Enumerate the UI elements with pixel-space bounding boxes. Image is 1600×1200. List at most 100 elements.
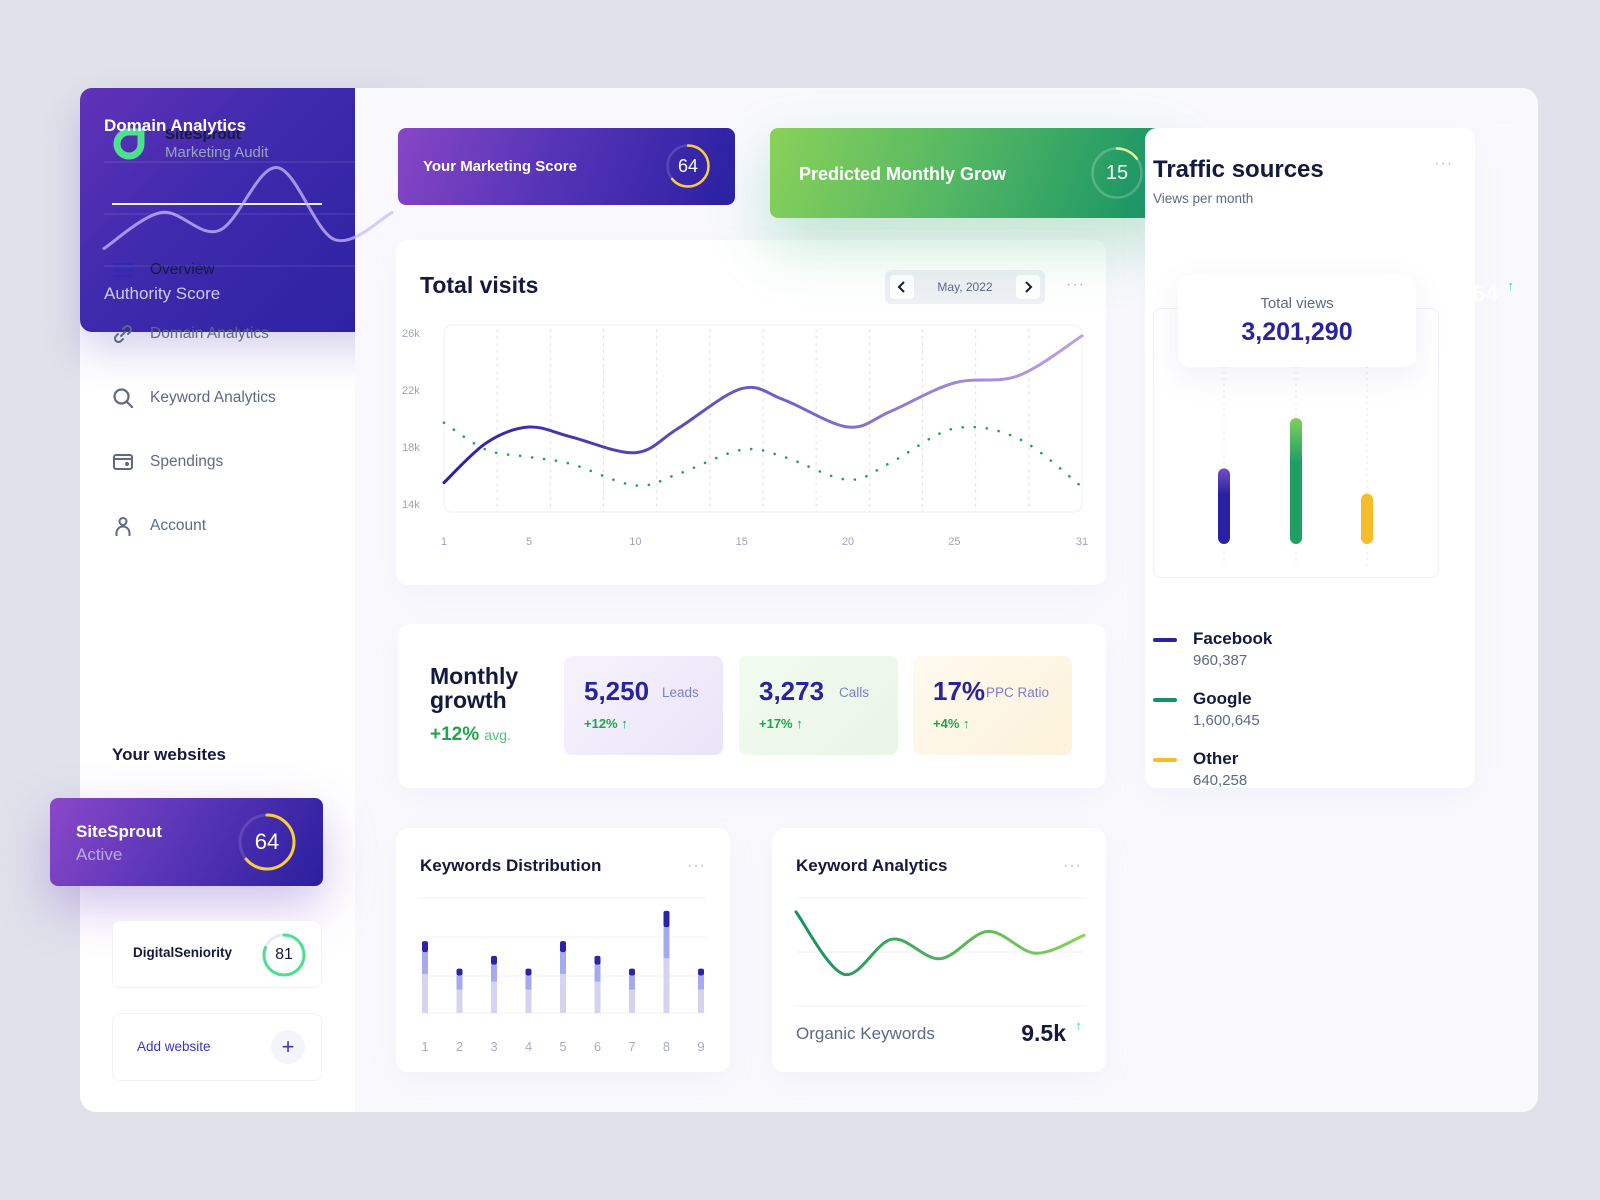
y-tick-label: 18k: [402, 442, 420, 454]
website-name: SiteSprout: [76, 822, 162, 841]
score-ring: 64: [237, 812, 297, 872]
more-options-icon[interactable]: ···: [1063, 858, 1082, 874]
more-options-icon[interactable]: ···: [687, 858, 706, 874]
organic-keywords-value: 9.5k: [1021, 1020, 1066, 1046]
score-ring: 15: [1090, 146, 1144, 200]
websites-heading: Your websites: [112, 745, 226, 764]
metric-change: +17% ↑: [759, 716, 803, 731]
change-value: +12%: [584, 716, 618, 731]
plus-icon: +: [281, 1034, 295, 1059]
x-tick-label: 25: [948, 536, 960, 548]
sidebar-item-spendings[interactable]: Spendings: [112, 430, 276, 494]
x-tick-label: 6: [594, 1039, 601, 1054]
bar-segment-top: [560, 941, 566, 953]
next-month-button[interactable]: [1016, 275, 1040, 299]
x-tick-label: 5: [526, 536, 532, 548]
add-website-label: Add website: [137, 1039, 211, 1054]
domain-analytics-card: Domain Analytics ··· Authority Score 64 …: [80, 88, 1514, 332]
website-name: DigitalSeniority: [133, 945, 233, 960]
bar-segment-top: [663, 910, 670, 928]
score-ring: 64: [665, 143, 711, 189]
total-visits-chart: 26k22k18k14k1 5 10 15 20 25 31: [402, 324, 1088, 548]
total-views-value: 3,201,290: [1241, 318, 1353, 346]
marketing-score-title: Your Marketing Score: [423, 158, 577, 175]
authority-score-label: Authority Score: [104, 284, 221, 303]
marketing-score-card[interactable]: Your Marketing Score 64: [398, 128, 735, 205]
add-website-card[interactable]: Add website +: [112, 1013, 322, 1081]
metric-label: PPC Ratio: [986, 685, 1050, 700]
metric-change: +4% ↑: [933, 716, 970, 731]
bar-segment-base: [698, 989, 704, 1013]
bar-segment-base: [629, 989, 635, 1013]
x-tick-label: 9: [697, 1039, 704, 1054]
legend-item-other: Other 640,258: [1153, 748, 1272, 808]
metric-value: 17%: [933, 676, 986, 706]
sidebar-item-account[interactable]: Account: [112, 494, 276, 558]
metric-calls[interactable]: 3,273 Calls +17% ↑: [739, 656, 898, 755]
legend-name: Other: [1193, 749, 1239, 768]
x-tick-label: 20: [842, 536, 854, 548]
x-tick-label: 7: [628, 1039, 635, 1054]
bar-segment-middle: [663, 927, 670, 959]
metric-ppc-ratio[interactable]: 17% PPC Ratio +4% ↑: [913, 656, 1072, 755]
more-options-icon[interactable]: ···: [1495, 118, 1514, 134]
keywords-distribution-card: 1 2 3 4 5 6 7 8 9 Keywords Distribution ···: [396, 828, 730, 1072]
legend-value: 1,600,645: [1193, 712, 1260, 729]
organic-keywords-line: [794, 910, 1086, 976]
y-tick-label: 14k: [402, 499, 420, 511]
total-views-tooltip: Total views 3,201,290: [1178, 275, 1416, 367]
metric-label: Calls: [839, 685, 870, 700]
keyword-analytics-title: Keyword Analytics: [796, 856, 948, 875]
bar-segment-middle: [594, 964, 601, 982]
x-tick-label: 5: [559, 1039, 566, 1054]
website-card[interactable]: DigitalSeniority 81: [112, 920, 322, 988]
legend-swatch: [1153, 698, 1177, 702]
traffic-bar-facebook: [1218, 468, 1230, 544]
bar-segment-middle: [456, 975, 463, 990]
bar-segment-middle: [422, 952, 428, 974]
bar-segment-middle: [698, 975, 704, 990]
bar-segment-top: [456, 968, 463, 976]
bar-segment-top: [594, 955, 601, 965]
bar-segment-base: [422, 973, 428, 1013]
chevron-right-icon: [1025, 281, 1033, 293]
date-picker: May, 2022: [885, 270, 1045, 304]
keywords-distribution-title: Keywords Distribution: [420, 856, 602, 875]
metric-leads[interactable]: 5,250 Leads +12% ↑: [564, 656, 723, 755]
website-card-active[interactable]: SiteSprout Active 64: [50, 798, 323, 886]
search-icon: [112, 387, 134, 409]
legend-name: Facebook: [1193, 629, 1273, 648]
monthly-growth-title: Monthly growth: [430, 663, 519, 713]
bar-segment-top: [525, 968, 532, 976]
user-icon: [112, 515, 134, 537]
arrow-up-icon: ↑: [796, 716, 803, 731]
predicted-growth-title: Predicted Monthly Grow: [799, 164, 1007, 184]
organic-keywords-label: Organic Keywords: [796, 1024, 935, 1043]
legend-item-google: Google 1,600,645: [1153, 688, 1272, 748]
bar-segment-middle: [629, 975, 635, 990]
website-status: Active: [76, 845, 123, 864]
score-ring: 81: [261, 932, 307, 978]
add-website-button[interactable]: +: [271, 1030, 305, 1064]
more-options-icon[interactable]: ···: [1066, 277, 1085, 293]
legend-swatch: [1153, 638, 1177, 642]
score-value: 81: [275, 946, 293, 963]
authority-score-value: 64: [1472, 280, 1498, 306]
bar-segment-base: [594, 981, 601, 1013]
bar-segment-top: [698, 968, 704, 976]
y-tick-label: 22k: [402, 385, 420, 397]
bar-segment-base: [456, 989, 463, 1013]
bar-segment-top: [629, 968, 635, 976]
total-visits-title: Total visits: [420, 272, 539, 298]
sidebar-item-keyword-analytics[interactable]: Keyword Analytics: [112, 366, 276, 430]
more-options-icon[interactable]: ···: [1434, 156, 1453, 172]
legend-value: 640,258: [1193, 772, 1248, 789]
predicted-growth-card[interactable]: Predicted Monthly Grow 15: [770, 128, 1170, 218]
monthly-growth-card: Monthly growth +12% avg. 5,250 Leads +12…: [398, 624, 1106, 788]
x-tick-label: 1: [421, 1039, 428, 1054]
x-tick-label: 10: [629, 536, 641, 548]
arrow-up-icon: ↑: [1075, 1018, 1083, 1033]
x-tick-label: 15: [736, 536, 748, 548]
total-views-label: Total views: [1260, 295, 1334, 312]
traffic-legend: Facebook 960,387 Google 1,600,645 Other …: [1153, 628, 1272, 808]
